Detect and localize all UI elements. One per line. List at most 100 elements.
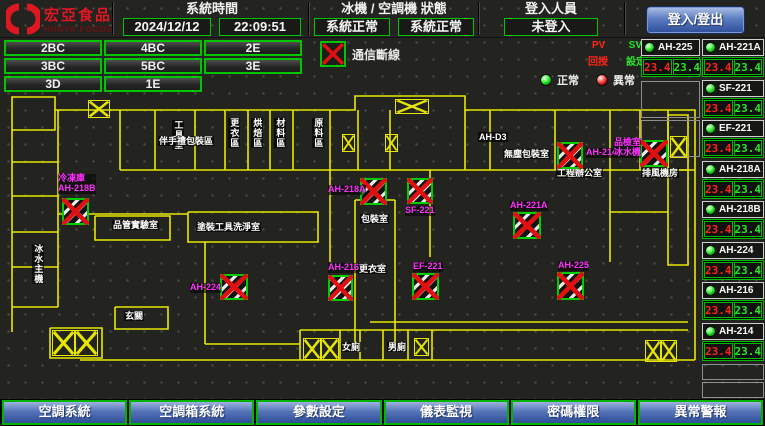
room-label: 排風機房 [641, 168, 679, 178]
stairs-icon [395, 99, 429, 114]
monitor-ah-225-values: 23.423.4 [641, 57, 700, 77]
ahu-unit-label-ah-216: AH-216 [328, 263, 359, 273]
floor-button-3d[interactable]: 3D [4, 76, 102, 92]
stairs-icon [670, 136, 687, 158]
sv-value: 23.4 [734, 221, 763, 237]
monitor-ah-224-values: 23.423.4 [702, 260, 764, 280]
stairs-x [414, 338, 429, 356]
room-label: 材料區 [274, 118, 286, 148]
company-name-en: HUNYA FOODS [44, 25, 113, 34]
ahu-unit-ah-216[interactable] [328, 275, 353, 301]
ahu-unit-ef-221[interactable] [412, 273, 439, 300]
room-label: 品管實驗室 [112, 220, 159, 230]
stairs-icon [342, 134, 355, 152]
stairs-x [321, 338, 339, 360]
monitor-name-label: EF-221 [719, 123, 752, 134]
monitor-ah-218a[interactable]: AH-218A [702, 161, 764, 178]
monitor-ef-221-values: 23.423.4 [702, 138, 764, 158]
floor-button-1e[interactable]: 1E [104, 76, 202, 92]
floor-select-buttons: 2BC4BC2E 3BC5BC3E 3D1E [4, 40, 310, 92]
tab-parameter-settings[interactable]: 參數設定 [256, 400, 381, 425]
stairs-icon [385, 134, 398, 152]
monitor-led-icon [644, 42, 655, 53]
stairs-x [75, 330, 98, 356]
divider [308, 2, 310, 35]
system-clock-value: 22:09:51 [219, 18, 301, 36]
stairs-icon [414, 338, 429, 356]
ahu-unit-ah-225[interactable] [557, 272, 584, 300]
ahu-unit-ah-214[interactable] [557, 142, 583, 169]
floor-button-3e[interactable]: 3E [204, 58, 302, 74]
monitor-led-icon [705, 204, 716, 215]
tab-password-authority[interactable]: 密碼權限 [511, 400, 636, 425]
divider [624, 2, 626, 35]
floor-button-2bc[interactable]: 2BC [4, 40, 102, 56]
pv-value: 23.4 [643, 59, 672, 75]
ahu-unit-ah-221a[interactable] [513, 212, 541, 239]
normal-label: 正常 [557, 72, 579, 88]
ahu-unit-label-ah-218b: 冷凍庫 AH-218B [58, 174, 96, 194]
ahu-unit-ah-224[interactable] [220, 274, 248, 300]
monitor-ah-216[interactable]: AH-216 [702, 282, 764, 299]
room-label: 包裝室 [360, 214, 389, 224]
empty-monitor-slot [641, 81, 700, 118]
room-label: AH-D3 [478, 132, 508, 142]
monitor-name-label: AH-216 [719, 285, 753, 296]
floor-button-3bc[interactable]: 3BC [4, 58, 102, 74]
stairs-x [661, 340, 677, 362]
chiller-status-value: 系統正常 [314, 18, 390, 36]
tab-meter-monitor[interactable]: 儀表監視 [384, 400, 509, 425]
stairs-x [303, 338, 321, 360]
monitor-ah-224[interactable]: AH-224 [702, 242, 764, 259]
login-logout-button[interactable]: 登入/登出 [647, 7, 744, 33]
room-label: 女廁 [341, 342, 361, 352]
monitor-name-label: AH-225 [658, 42, 692, 53]
monitor-ah-225[interactable]: AH-225 [641, 39, 700, 56]
ahu-unit-label-冰水機: 品檢室 冰水機 [614, 138, 641, 158]
bottom-nav-bar: 空調系統空調箱系統參數設定儀表監視密碼權限異常警報 [0, 399, 765, 426]
stairs-icon [645, 340, 677, 362]
monitor-ef-221[interactable]: EF-221 [702, 120, 764, 137]
monitor-ah-214[interactable]: AH-214 [702, 323, 764, 340]
monitor-ah-221a[interactable]: AH-221A [702, 39, 764, 56]
comm-loss-icon [320, 41, 346, 67]
stairs-x [645, 340, 661, 362]
tab-alarm[interactable]: 異常警報 [638, 400, 763, 425]
room-label: 伴手禮包裝區 [158, 136, 214, 146]
floor-button-4bc[interactable]: 4BC [104, 40, 202, 56]
ahu-unit-sf-221[interactable] [407, 178, 433, 204]
monitor-name-label: AH-214 [719, 326, 753, 337]
monitor-ah-218b[interactable]: AH-218B [702, 201, 764, 218]
hmi-screen: 宏亞食品 HUNYA FOODS 系統時間 2024/12/12 22:09:5… [0, 0, 765, 426]
ahu-unit-ah-218b[interactable] [62, 198, 89, 225]
pv-label: PV [592, 40, 605, 51]
room-label: 玄關 [124, 311, 144, 321]
room-label: 男廁 [387, 342, 407, 352]
ahu-unit-label-ah-214: AH-214 [586, 148, 617, 158]
monitor-name-label: AH-218B [719, 204, 761, 215]
pv-sv-legend: PV SV 回授 設定 [588, 40, 646, 68]
tab-ahu-system[interactable]: 空調箱系統 [129, 400, 254, 425]
top-bar: 宏亞食品 HUNYA FOODS 系統時間 2024/12/12 22:09:5… [0, 0, 765, 38]
ahu-unit-冰水機[interactable] [640, 140, 668, 167]
stairs-icon [88, 100, 110, 118]
room-label: 更衣室 [358, 264, 387, 274]
floor-button-5bc[interactable]: 5BC [104, 58, 202, 74]
login-user-value: 未登入 [504, 18, 598, 36]
logo: 宏亞食品 HUNYA FOODS [6, 3, 113, 35]
ahu-unit-label-ah-218a: AH-218A [328, 185, 366, 195]
sv-value: 23.4 [734, 59, 763, 75]
monitor-led-icon [705, 164, 716, 175]
comm-loss-legend: 通信斷線 [320, 41, 400, 67]
tab-ac-system[interactable]: 空調系統 [2, 400, 127, 425]
monitor-sf-221[interactable]: SF-221 [702, 80, 764, 97]
sv-value: 23.4 [734, 262, 763, 278]
feedback-label: 回授 [588, 53, 608, 68]
stairs-x [385, 134, 398, 152]
room-label: 工程辦公室 [556, 168, 603, 178]
monitor-ah-218a-values: 23.423.4 [702, 179, 764, 199]
monitor-sf-221-values: 23.423.4 [702, 98, 764, 118]
floor-button-2e[interactable]: 2E [204, 40, 302, 56]
monitor-ah-216-values: 23.423.4 [702, 300, 764, 320]
stairs-x [670, 136, 687, 158]
